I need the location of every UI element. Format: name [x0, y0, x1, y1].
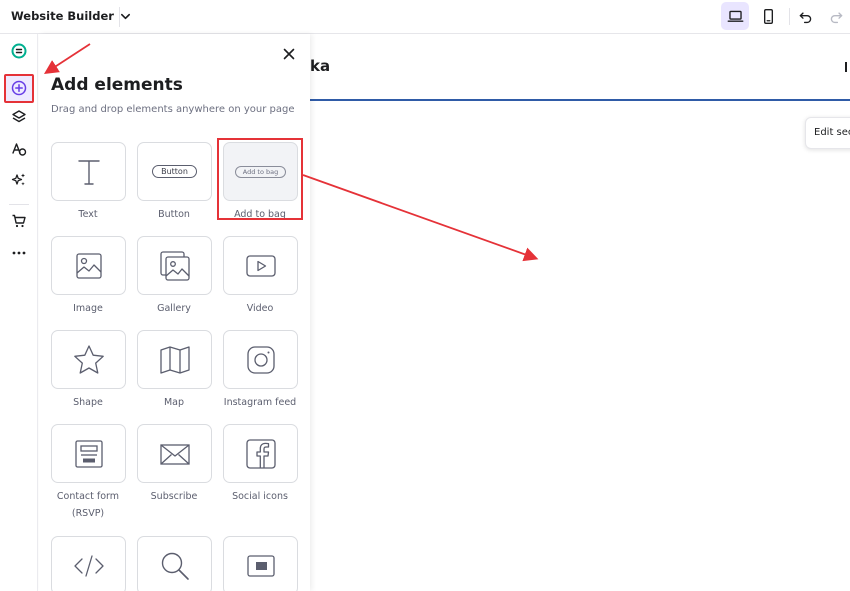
ai-tools-button[interactable]: [8, 169, 30, 191]
video-element-tile[interactable]: [223, 236, 298, 295]
styles-button[interactable]: [8, 138, 30, 160]
map-element-tile[interactable]: [137, 330, 212, 389]
image-element-tile[interactable]: [51, 236, 126, 295]
social-icons-element-tile[interactable]: [223, 424, 298, 483]
canvas-heading[interactable]: ka: [310, 57, 330, 75]
tile-label: Social icons: [232, 491, 288, 502]
canvas-text-edge: [845, 62, 847, 72]
button-element-tile[interactable]: Button: [137, 142, 212, 201]
star-icon: [73, 344, 104, 374]
search-element-tile[interactable]: [137, 536, 212, 591]
gallery-element-tile[interactable]: [137, 236, 212, 295]
text-icon: [77, 159, 100, 185]
tile-label: Text: [78, 209, 98, 220]
divider: [789, 8, 790, 25]
undo-button[interactable]: [791, 2, 819, 30]
styles-icon: [12, 143, 27, 156]
logo-button[interactable]: [8, 40, 30, 62]
panel-title: Add elements: [51, 75, 183, 95]
website-builder-menu[interactable]: Website Builder: [11, 9, 131, 23]
tile-label: Contact form: [56, 491, 120, 502]
tile-label: Subscribe: [150, 491, 198, 502]
map-icon: [159, 345, 190, 374]
add-to-bag-preview: Add to bag: [234, 165, 287, 178]
add-to-bag-element-tile[interactable]: Add to bag: [223, 142, 298, 201]
laptop-icon: [727, 10, 743, 22]
app-title: Website Builder: [11, 9, 114, 23]
tile-label: Gallery: [157, 303, 191, 314]
gallery-icon: [159, 250, 190, 281]
facebook-icon: [245, 438, 276, 469]
image-icon: [75, 252, 102, 279]
desktop-view-button[interactable]: [721, 2, 749, 30]
envelope-icon: [159, 443, 190, 465]
divider: [9, 204, 29, 205]
close-icon[interactable]: [281, 46, 297, 62]
store-icon: [12, 214, 26, 228]
logo-icon: [11, 43, 27, 59]
embed-icon: [246, 554, 275, 577]
panel-subtitle: Drag and drop elements anywhere on your …: [51, 104, 295, 115]
tile-label: Instagram feed: [223, 397, 297, 408]
redo-button[interactable]: [822, 2, 850, 30]
edit-section-button[interactable]: Edit sec: [805, 117, 850, 149]
divider: [119, 7, 120, 27]
shape-element-tile[interactable]: [51, 330, 126, 389]
add-elements-panel: Add elements Drag and drop elements anyw…: [39, 34, 310, 591]
tile-label: Add to bag: [234, 209, 286, 220]
instagram-feed-element-tile[interactable]: [223, 330, 298, 389]
tile-label-secondary: (RSVP): [71, 508, 105, 519]
arrow-to-canvas: [302, 174, 539, 262]
tile-label: Map: [163, 397, 185, 408]
tile-label: Video: [246, 303, 274, 314]
text-element-tile[interactable]: [51, 142, 126, 201]
store-button[interactable]: [8, 210, 30, 232]
section-divider-line: [310, 99, 850, 101]
layers-button[interactable]: [8, 106, 30, 128]
embed-element-tile[interactable]: [223, 536, 298, 591]
search-icon: [161, 552, 189, 580]
add-elements-icon: [11, 80, 27, 96]
mobile-view-button[interactable]: [754, 2, 782, 30]
tile-label: Image: [73, 303, 103, 314]
add-elements-button[interactable]: [8, 77, 30, 99]
redo-icon: [830, 11, 842, 23]
form-icon: [74, 439, 103, 468]
layers-icon: [12, 110, 26, 123]
video-icon: [245, 254, 276, 277]
contact-form-element-tile[interactable]: [51, 424, 126, 483]
embed-code-element-tile[interactable]: [51, 536, 126, 591]
phone-icon: [763, 8, 773, 24]
more-icon: [12, 251, 26, 255]
tile-label: Button: [158, 209, 190, 220]
button-preview: Button: [152, 165, 197, 178]
tile-label: Shape: [73, 397, 103, 408]
ai-tools-icon: [11, 173, 25, 186]
left-rail: [0, 34, 38, 591]
more-button[interactable]: [8, 242, 30, 264]
instagram-icon: [246, 345, 275, 374]
subscribe-element-tile[interactable]: [137, 424, 212, 483]
top-bar: Website Builder: [0, 0, 850, 34]
code-icon: [73, 554, 104, 577]
undo-icon: [799, 11, 811, 23]
chevron-down-icon: [120, 13, 130, 19]
